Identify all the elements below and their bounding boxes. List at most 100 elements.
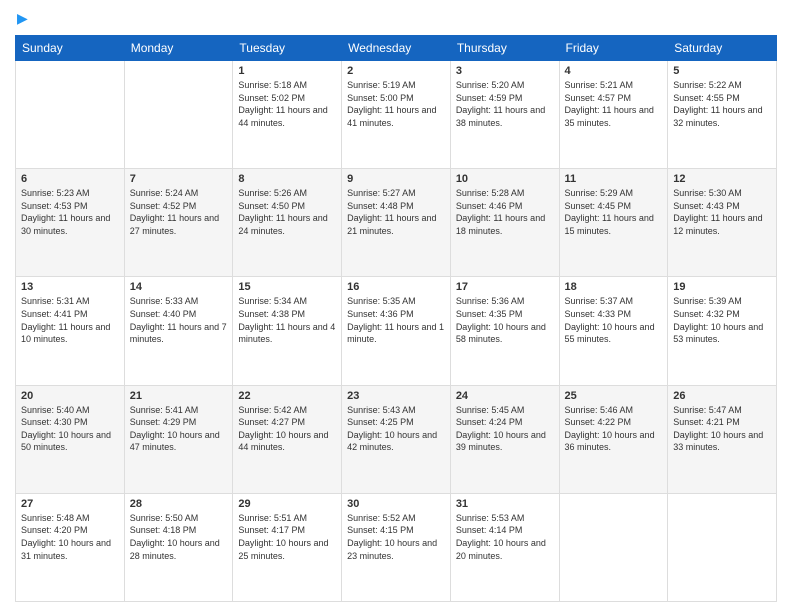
day-number: 31 bbox=[456, 498, 554, 510]
day-number: 28 bbox=[130, 498, 228, 510]
day-number: 1 bbox=[238, 65, 336, 77]
day-number: 12 bbox=[673, 173, 771, 185]
calendar-cell: 27 Sunrise: 5:48 AMSunset: 4:20 PMDayligh… bbox=[16, 493, 125, 601]
calendar-cell: 9 Sunrise: 5:27 AMSunset: 4:48 PMDaylight… bbox=[342, 169, 451, 277]
day-info: Sunrise: 5:35 AMSunset: 4:36 PMDaylight:… bbox=[347, 295, 445, 345]
day-info: Sunrise: 5:24 AMSunset: 4:52 PMDaylight:… bbox=[130, 187, 228, 237]
calendar-cell: 5 Sunrise: 5:22 AMSunset: 4:55 PMDaylight… bbox=[668, 61, 777, 169]
day-number: 22 bbox=[238, 390, 336, 402]
day-info: Sunrise: 5:31 AMSunset: 4:41 PMDaylight:… bbox=[21, 295, 119, 345]
calendar-cell: 13 Sunrise: 5:31 AMSunset: 4:41 PMDayligh… bbox=[16, 277, 125, 385]
day-info: Sunrise: 5:30 AMSunset: 4:43 PMDaylight:… bbox=[673, 187, 771, 237]
calendar-cell: 19 Sunrise: 5:39 AMSunset: 4:32 PMDayligh… bbox=[668, 277, 777, 385]
calendar-cell: 30 Sunrise: 5:52 AMSunset: 4:15 PMDayligh… bbox=[342, 493, 451, 601]
calendar-cell: 17Sunrise: 5:36 AMSunset: 4:35 PMDayligh… bbox=[450, 277, 559, 385]
day-info: Sunrise: 5:26 AMSunset: 4:50 PMDaylight:… bbox=[238, 187, 336, 237]
day-number: 2 bbox=[347, 65, 445, 77]
logo-bird-icon: ▶ bbox=[17, 10, 28, 27]
day-info: Sunrise: 5:50 AMSunset: 4:18 PMDaylight:… bbox=[130, 512, 228, 562]
calendar-day-header: Sunday bbox=[16, 36, 125, 61]
calendar-cell: 15 Sunrise: 5:34 AMSunset: 4:38 PMDayligh… bbox=[233, 277, 342, 385]
page: ▶ SundayMondayTuesdayWednesdayThursdayFr… bbox=[0, 0, 792, 612]
calendar-cell: 4 Sunrise: 5:21 AMSunset: 4:57 PMDaylight… bbox=[559, 61, 668, 169]
header: ▶ bbox=[15, 10, 777, 27]
calendar-cell: 20 Sunrise: 5:40 AMSunset: 4:30 PMDayligh… bbox=[16, 385, 125, 493]
calendar-cell: 12 Sunrise: 5:30 AMSunset: 4:43 PMDayligh… bbox=[668, 169, 777, 277]
calendar-day-header: Tuesday bbox=[233, 36, 342, 61]
day-info: Sunrise: 5:39 AMSunset: 4:32 PMDaylight:… bbox=[673, 295, 771, 345]
calendar-cell: 26Sunrise: 5:47 AMSunset: 4:21 PMDayligh… bbox=[668, 385, 777, 493]
day-number: 27 bbox=[21, 498, 119, 510]
day-number: 29 bbox=[238, 498, 336, 510]
day-info: Sunrise: 5:52 AMSunset: 4:15 PMDaylight:… bbox=[347, 512, 445, 562]
day-info: Sunrise: 5:48 AMSunset: 4:20 PMDaylight:… bbox=[21, 512, 119, 562]
calendar-cell: 6 Sunrise: 5:23 AMSunset: 4:53 PMDaylight… bbox=[16, 169, 125, 277]
calendar-cell: 23Sunrise: 5:43 AMSunset: 4:25 PMDayligh… bbox=[342, 385, 451, 493]
day-number: 6 bbox=[21, 173, 119, 185]
logo: ▶ bbox=[15, 10, 28, 27]
day-number: 20 bbox=[21, 390, 119, 402]
day-number: 7 bbox=[130, 173, 228, 185]
calendar-cell: 25 Sunrise: 5:46 AMSunset: 4:22 PMDayligh… bbox=[559, 385, 668, 493]
day-info: Sunrise: 5:20 AMSunset: 4:59 PMDaylight:… bbox=[456, 79, 554, 129]
day-number: 16 bbox=[347, 281, 445, 293]
day-info: Sunrise: 5:19 AMSunset: 5:00 PMDaylight:… bbox=[347, 79, 445, 129]
calendar-week-row: 20 Sunrise: 5:40 AMSunset: 4:30 PMDayligh… bbox=[16, 385, 777, 493]
day-info: Sunrise: 5:43 AMSunset: 4:25 PMDaylight:… bbox=[347, 404, 445, 454]
calendar-cell bbox=[668, 493, 777, 601]
day-number: 19 bbox=[673, 281, 771, 293]
day-number: 21 bbox=[130, 390, 228, 402]
day-info: Sunrise: 5:41 AMSunset: 4:29 PMDaylight:… bbox=[130, 404, 228, 454]
calendar-week-row: 6 Sunrise: 5:23 AMSunset: 4:53 PMDaylight… bbox=[16, 169, 777, 277]
calendar-cell bbox=[16, 61, 125, 169]
day-number: 26 bbox=[673, 390, 771, 402]
day-number: 14 bbox=[130, 281, 228, 293]
calendar-week-row: 13 Sunrise: 5:31 AMSunset: 4:41 PMDayligh… bbox=[16, 277, 777, 385]
day-number: 8 bbox=[238, 173, 336, 185]
day-number: 10 bbox=[456, 173, 554, 185]
day-info: Sunrise: 5:37 AMSunset: 4:33 PMDaylight:… bbox=[565, 295, 663, 345]
day-info: Sunrise: 5:21 AMSunset: 4:57 PMDaylight:… bbox=[565, 79, 663, 129]
day-number: 9 bbox=[347, 173, 445, 185]
day-info: Sunrise: 5:28 AMSunset: 4:46 PMDaylight:… bbox=[456, 187, 554, 237]
day-number: 25 bbox=[565, 390, 663, 402]
calendar-day-header: Thursday bbox=[450, 36, 559, 61]
calendar-cell: 16 Sunrise: 5:35 AMSunset: 4:36 PMDayligh… bbox=[342, 277, 451, 385]
day-info: Sunrise: 5:51 AMSunset: 4:17 PMDaylight:… bbox=[238, 512, 336, 562]
day-number: 24 bbox=[456, 390, 554, 402]
day-info: Sunrise: 5:23 AMSunset: 4:53 PMDaylight:… bbox=[21, 187, 119, 237]
calendar-cell: 31 Sunrise: 5:53 AMSunset: 4:14 PMDayligh… bbox=[450, 493, 559, 601]
day-number: 15 bbox=[238, 281, 336, 293]
calendar-day-header: Saturday bbox=[668, 36, 777, 61]
day-info: Sunrise: 5:29 AMSunset: 4:45 PMDaylight:… bbox=[565, 187, 663, 237]
day-number: 11 bbox=[565, 173, 663, 185]
calendar-cell bbox=[124, 61, 233, 169]
day-number: 30 bbox=[347, 498, 445, 510]
day-info: Sunrise: 5:53 AMSunset: 4:14 PMDaylight:… bbox=[456, 512, 554, 562]
calendar-cell bbox=[559, 493, 668, 601]
calendar-week-row: 27 Sunrise: 5:48 AMSunset: 4:20 PMDayligh… bbox=[16, 493, 777, 601]
day-number: 13 bbox=[21, 281, 119, 293]
calendar-cell: 29 Sunrise: 5:51 AMSunset: 4:17 PMDayligh… bbox=[233, 493, 342, 601]
calendar-table: SundayMondayTuesdayWednesdayThursdayFrid… bbox=[15, 35, 777, 602]
calendar-day-header: Monday bbox=[124, 36, 233, 61]
calendar-cell: 11 Sunrise: 5:29 AMSunset: 4:45 PMDayligh… bbox=[559, 169, 668, 277]
calendar-cell: 24Sunrise: 5:45 AMSunset: 4:24 PMDayligh… bbox=[450, 385, 559, 493]
day-info: Sunrise: 5:33 AMSunset: 4:40 PMDaylight:… bbox=[130, 295, 228, 345]
day-info: Sunrise: 5:34 AMSunset: 4:38 PMDaylight:… bbox=[238, 295, 336, 345]
day-info: Sunrise: 5:22 AMSunset: 4:55 PMDaylight:… bbox=[673, 79, 771, 129]
calendar-cell: 3Sunrise: 5:20 AMSunset: 4:59 PMDaylight… bbox=[450, 61, 559, 169]
calendar-day-header: Friday bbox=[559, 36, 668, 61]
day-info: Sunrise: 5:36 AMSunset: 4:35 PMDaylight:… bbox=[456, 295, 554, 345]
day-number: 4 bbox=[565, 65, 663, 77]
day-info: Sunrise: 5:46 AMSunset: 4:22 PMDaylight:… bbox=[565, 404, 663, 454]
calendar-cell: 21 Sunrise: 5:41 AMSunset: 4:29 PMDayligh… bbox=[124, 385, 233, 493]
calendar-day-header: Wednesday bbox=[342, 36, 451, 61]
calendar-cell: 2 Sunrise: 5:19 AMSunset: 5:00 PMDaylight… bbox=[342, 61, 451, 169]
day-info: Sunrise: 5:27 AMSunset: 4:48 PMDaylight:… bbox=[347, 187, 445, 237]
day-number: 5 bbox=[673, 65, 771, 77]
calendar-cell: 14 Sunrise: 5:33 AMSunset: 4:40 PMDayligh… bbox=[124, 277, 233, 385]
day-info: Sunrise: 5:40 AMSunset: 4:30 PMDaylight:… bbox=[21, 404, 119, 454]
day-info: Sunrise: 5:42 AMSunset: 4:27 PMDaylight:… bbox=[238, 404, 336, 454]
calendar-cell: 18Sunrise: 5:37 AMSunset: 4:33 PMDayligh… bbox=[559, 277, 668, 385]
